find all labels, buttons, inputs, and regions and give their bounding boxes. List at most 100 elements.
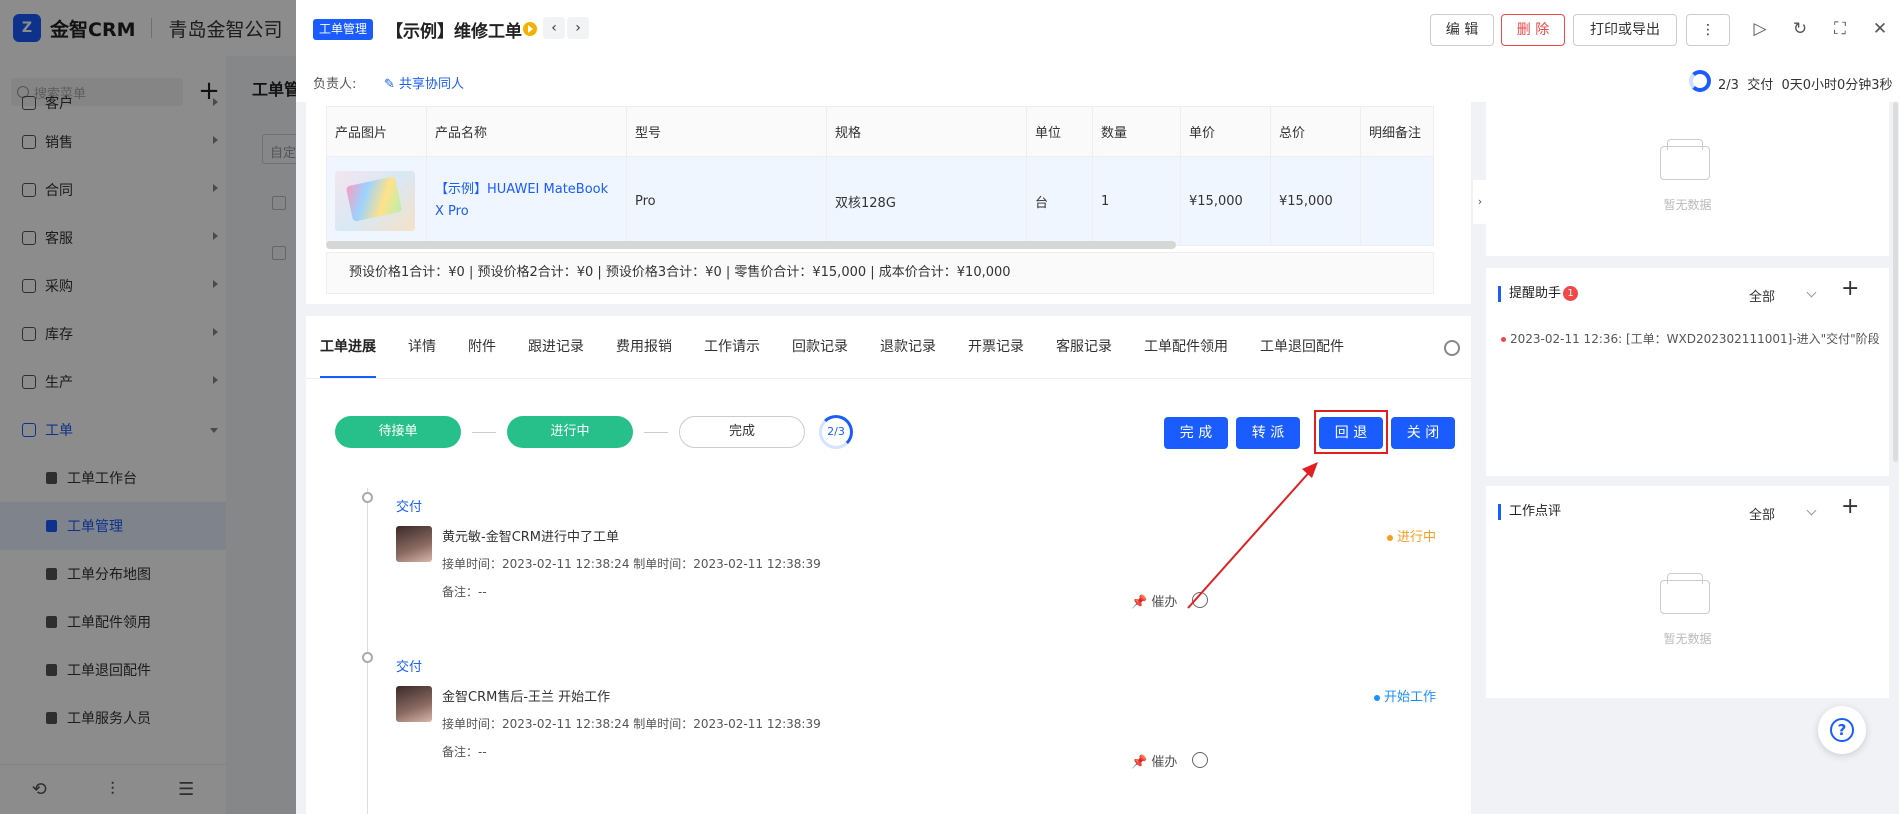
pin-icon: 📌 [1131, 755, 1148, 770]
chevron-down-icon[interactable] [1806, 505, 1817, 516]
vertical-scrollbar[interactable] [1893, 102, 1898, 462]
timeline-actor: 金智CRM售后-王兰 开始工作 [442, 690, 611, 705]
panel-title: 工作点评 [1498, 504, 1561, 520]
urge-button[interactable]: 📌 催办 [1131, 591, 1177, 610]
tab-attachments[interactable]: 附件 [468, 316, 496, 378]
tab-payments[interactable]: 回款记录 [792, 316, 848, 378]
highlight-annotation [1314, 410, 1388, 454]
emoji-reaction-icon[interactable] [1192, 752, 1208, 768]
drawer-header: 工单管理 【示例】维修工单 ‹ › 编 辑 删 除 打印或导出 ⋮ ▷ ↻ ⛶ … [296, 0, 1899, 102]
status-badge: 进行中 [1386, 526, 1436, 545]
avatar [396, 686, 432, 722]
avatar [396, 526, 432, 562]
progress-ring-icon [1689, 70, 1711, 92]
more-button[interactable]: ⋮ [1686, 14, 1730, 46]
tab-refunds[interactable]: 退款记录 [880, 316, 936, 378]
tab-details[interactable]: 详情 [408, 316, 436, 378]
column-header: 型号 [627, 107, 827, 156]
print-export-button[interactable]: 打印或导出 [1573, 14, 1677, 46]
collapse-panel-button[interactable]: › [1473, 180, 1487, 224]
column-header: 产品名称 [427, 107, 627, 156]
help-button[interactable]: ? [1818, 706, 1866, 754]
transfer-button[interactable]: 转 派 [1236, 417, 1300, 449]
timeline-track [367, 488, 368, 814]
timeline-note: 备注：-- [442, 745, 487, 759]
tab-service-records[interactable]: 客服记录 [1056, 316, 1112, 378]
timeline-times: 接单时间：2023-02-11 12:38:24 制单时间：2023-02-11… [442, 557, 821, 571]
status-text: 进行中 [1396, 530, 1436, 545]
status-badge: 开始工作 [1373, 686, 1436, 705]
pin-icon: 📌 [1131, 595, 1148, 610]
progress-count: 2/3 [1718, 78, 1739, 93]
edit-button[interactable]: 编 辑 [1430, 14, 1494, 46]
add-reminder-button[interactable]: + [1841, 276, 1859, 301]
filter-select[interactable]: 全部 [1749, 504, 1775, 523]
divider [306, 378, 1471, 379]
urge-button[interactable]: 📌 催办 [1131, 751, 1177, 770]
tab-parts-return[interactable]: 工单退回配件 [1260, 316, 1344, 378]
play-icon[interactable]: ▷ [1750, 19, 1770, 39]
fullscreen-icon[interactable]: ⛶ [1830, 19, 1850, 39]
refresh-icon[interactable]: ↻ [1790, 19, 1810, 39]
timeline-node [362, 652, 373, 663]
stage-progress: 2/3 交付 0天0小时0分钟3秒 [1718, 74, 1893, 93]
step-in-progress: 进行中 [507, 416, 633, 448]
filter-select[interactable]: 全部 [1749, 286, 1775, 305]
column-header: 明细备注 [1361, 107, 1433, 156]
tab-followup[interactable]: 跟进记录 [528, 316, 584, 378]
table-row[interactable]: 【示例】HUAWEI MateBook X Pro Pro 双核128G 台 1… [327, 157, 1433, 245]
column-header: 产品图片 [327, 107, 427, 156]
module-badge: 工单管理 [313, 19, 374, 40]
delete-button[interactable]: 删 除 [1501, 14, 1565, 46]
tab-invoices[interactable]: 开票记录 [968, 316, 1024, 378]
unit-cell: 台 [1027, 157, 1093, 245]
complete-button[interactable]: 完 成 [1164, 417, 1228, 449]
workorder-drawer: 工单管理 【示例】维修工单 ‹ › 编 辑 删 除 打印或导出 ⋮ ▷ ↻ ⛶ … [296, 0, 1899, 814]
close-icon[interactable]: ✕ [1870, 19, 1890, 39]
spec-cell: 双核128G [827, 157, 1027, 245]
list-item[interactable]: 2023-02-11 12:36: [工单：WXD202302111001]-进… [1501, 330, 1881, 347]
count-badge: 1 [1563, 286, 1578, 301]
product-image[interactable] [335, 171, 415, 231]
remark-cell [1361, 157, 1433, 245]
step-connector [644, 432, 668, 433]
column-header: 总价 [1271, 107, 1361, 156]
reminder-panel: 提醒助手 1 全部 + 2023-02-11 12:36: [工单：WXD202… [1486, 268, 1889, 476]
product-table: 产品图片 产品名称 型号 规格 单位 数量 单价 总价 明细备注 【示例】HUA… [326, 106, 1434, 246]
tab-requests[interactable]: 工作请示 [704, 316, 760, 378]
add-review-button[interactable]: + [1841, 494, 1859, 519]
status-text: 开始工作 [1383, 690, 1436, 705]
horizontal-scrollbar[interactable] [326, 241, 1176, 249]
unit-price-cell: ¥15,000 [1181, 157, 1271, 245]
tab-progress[interactable]: 工单进展 [320, 316, 376, 378]
bullet-icon [1501, 337, 1506, 342]
next-record-button[interactable]: › [567, 17, 589, 39]
modal-overlay[interactable] [0, 0, 296, 814]
column-header: 单位 [1027, 107, 1093, 156]
close-button[interactable]: 关 闭 [1391, 417, 1455, 449]
timeline-actor: 黄元敏-金智CRM进行中了工单 [442, 530, 620, 545]
gear-icon[interactable] [1444, 340, 1460, 356]
product-name-link[interactable]: 【示例】HUAWEI MateBook X Pro [435, 179, 618, 223]
prev-record-button[interactable]: ‹ [543, 17, 565, 39]
price-totals: 预设价格1合计：¥0 | 预设价格2合计：¥0 | 预设价格3合计：¥0 | 零… [326, 252, 1434, 294]
urge-label: 催办 [1151, 595, 1178, 610]
column-header: 规格 [827, 107, 1027, 156]
current-stage: 交付 [1747, 78, 1774, 93]
empty-text: 暂无数据 [1663, 198, 1712, 212]
chevron-down-icon[interactable] [1806, 287, 1817, 298]
empty-text: 暂无数据 [1663, 632, 1712, 646]
share-collaborator-link[interactable]: ✎ 共享协同人 [384, 73, 464, 92]
play-status-icon [523, 22, 537, 36]
emoji-reaction-icon[interactable] [1192, 592, 1208, 608]
step-pending: 待接单 [335, 416, 461, 448]
panel-title: 提醒助手 [1498, 286, 1561, 302]
urge-label: 催办 [1151, 755, 1178, 770]
timeline-note: 备注：-- [442, 585, 487, 599]
share-label: 共享协同人 [399, 77, 465, 92]
tab-expenses[interactable]: 费用报销 [616, 316, 672, 378]
question-icon: ? [1830, 718, 1854, 742]
empty-inbox-icon [1660, 573, 1710, 614]
tab-parts-requisition[interactable]: 工单配件领用 [1144, 316, 1228, 378]
tab-bar: 工单进展 详情 附件 跟进记录 费用报销 工作请示 回款记录 退款记录 开票记录… [320, 316, 1376, 378]
